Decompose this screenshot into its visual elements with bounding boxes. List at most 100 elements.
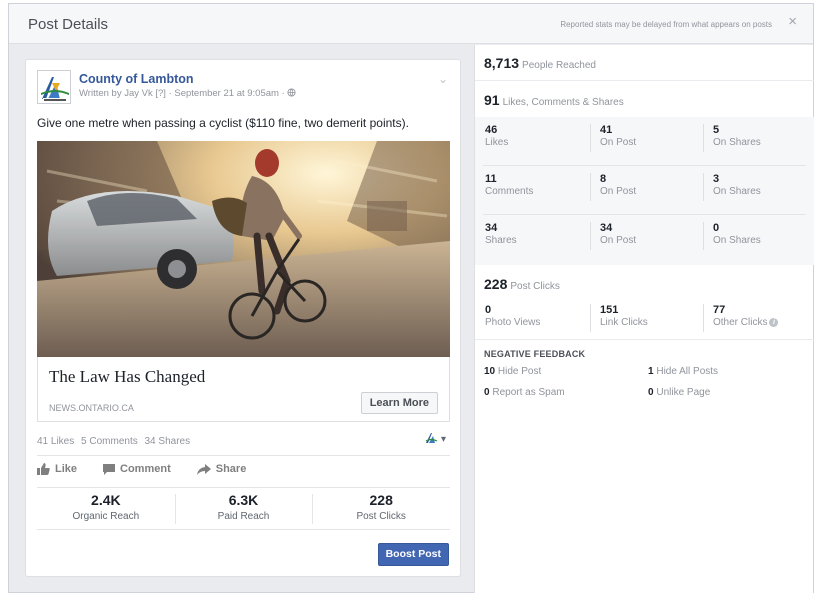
grid-cell: 41 On Post xyxy=(590,117,703,165)
comment-button[interactable]: Comment xyxy=(103,463,171,475)
byline-text: Written by Jay Vk [?] · September 21 at … xyxy=(79,88,288,99)
grid-label: On Shares xyxy=(713,235,761,246)
dialog-title: Post Details xyxy=(28,16,109,33)
negative-feedback-header: NEGATIVE FEEDBACK xyxy=(475,348,814,360)
grid-label: Other Clicks i xyxy=(713,317,814,328)
grid-cell: 151 Link Clicks xyxy=(590,297,703,339)
learn-more-button[interactable]: Learn More xyxy=(360,392,438,414)
negative-feedback-title: NEGATIVE FEEDBACK xyxy=(484,349,586,359)
share-arrow-icon xyxy=(196,463,211,475)
divider xyxy=(475,80,814,81)
grid-cell: 0 On Shares xyxy=(703,215,814,263)
page-identity-switcher[interactable]: ▾ xyxy=(425,432,446,445)
grid-cell: 34 On Post xyxy=(590,215,703,263)
neg-label: Hide All Posts xyxy=(656,366,719,377)
like-button[interactable]: Like xyxy=(37,463,77,475)
reached-value: 8,713 xyxy=(484,55,520,71)
stat-label: Paid Reach xyxy=(217,511,270,522)
thumbs-up-icon xyxy=(37,463,50,475)
grid-label: On Shares xyxy=(713,186,761,197)
grid-label: Shares xyxy=(485,235,517,246)
page-logo-small-icon xyxy=(425,433,438,443)
page-name-link[interactable]: County of Lambton xyxy=(79,72,194,86)
clicks-label: Post Clicks xyxy=(510,281,560,292)
stat-label: Post Clicks xyxy=(356,511,406,522)
divider xyxy=(475,339,814,340)
grid-cell: 8 On Post xyxy=(590,166,703,214)
neg-label: Hide Post xyxy=(497,366,542,377)
grid-label: On Post xyxy=(600,186,637,197)
report-spam-stat: 0 Report as Spam xyxy=(484,387,565,398)
comment-label: Comment xyxy=(120,463,171,475)
post-byline: Written by Jay Vk [?] · September 21 at … xyxy=(79,88,296,99)
clicks-breakdown: 0 Photo Views 151 Link Clicks 77 Other Clic… xyxy=(475,297,814,339)
stat-value: 2.4K xyxy=(91,492,121,508)
grid-value: 5 xyxy=(713,124,720,136)
insights-pane: 8,713 People Reached 91 Likes, Comments & … xyxy=(474,45,814,593)
grid-label: Comments xyxy=(485,186,534,197)
post-details-dialog: Post Details Reported stats may be delay… xyxy=(8,3,814,593)
comments-count-link[interactable]: 5 Comments xyxy=(81,436,138,447)
grid-value: 3 xyxy=(713,173,720,185)
shares-row: 34 Shares 34 On Post 0 On Shares xyxy=(475,215,814,263)
engagement-value: 91 xyxy=(484,92,500,108)
page-logo[interactable] xyxy=(37,70,71,104)
dialog-header: Post Details Reported stats may be delay… xyxy=(9,4,813,44)
stat-value: 228 xyxy=(369,492,393,508)
stats-delay-note: Reported stats may be delayed from what … xyxy=(560,20,772,29)
neg-value: 0 xyxy=(484,387,490,398)
stat-value: 6.3K xyxy=(228,492,259,508)
reach-stats: 2.4K Organic Reach 6.3K Paid Reach 228 P… xyxy=(37,487,450,530)
grid-value: 8 xyxy=(600,173,607,185)
clicks-value: 228 xyxy=(484,276,508,292)
link-domain: NEWS.ONTARIO.CA xyxy=(49,403,134,413)
likes-count-link[interactable]: 41 Likes xyxy=(37,436,74,447)
post-options-chevron-icon[interactable]: ⌄ xyxy=(438,72,448,86)
grid-value: 41 xyxy=(600,124,613,136)
grid-value: 77 xyxy=(713,304,726,316)
neg-label: Unlike Page xyxy=(656,387,711,398)
other-clicks-label: Other Clicks xyxy=(713,317,768,328)
engagement-total: 91 Likes, Comments & Shares xyxy=(475,92,814,108)
grid-cell: 0 Photo Views xyxy=(475,297,590,339)
hide-all-posts-stat: 1 Hide All Posts xyxy=(648,366,718,377)
boost-post-button[interactable]: Boost Post xyxy=(377,543,449,566)
likes-row: 46 Likes 41 On Post 5 On Shares xyxy=(475,117,814,165)
post-clicks-total: 228 Post Clicks xyxy=(475,276,814,292)
grid-label: On Post xyxy=(600,137,637,148)
info-icon[interactable]: i xyxy=(769,317,779,327)
chevron-down-icon: ▾ xyxy=(440,434,446,445)
paid-reach-stat: 6.3K Paid Reach xyxy=(174,488,313,529)
grid-cell: 11 Comments xyxy=(475,166,590,214)
stat-label: Organic Reach xyxy=(72,511,140,522)
shares-count-link[interactable]: 34 Shares xyxy=(145,436,191,447)
organic-reach-stat: 2.4K Organic Reach xyxy=(37,488,175,529)
comments-row: 11 Comments 8 On Post 3 On Shares xyxy=(475,166,814,214)
link-preview[interactable]: The Law Has Changed NEWS.ONTARIO.CA Lear… xyxy=(37,357,450,422)
divider xyxy=(37,455,450,456)
grid-label: Photo Views xyxy=(485,317,541,328)
post-clicks-stat: 228 Post Clicks xyxy=(312,488,450,529)
post-actions: Like Comment Share xyxy=(37,463,272,475)
grid-value: 0 xyxy=(485,304,492,316)
close-icon[interactable]: × xyxy=(788,14,797,29)
grid-label: Link Clicks xyxy=(600,317,648,328)
unlike-page-stat: 0 Unlike Page xyxy=(648,387,710,398)
grid-cell: 5 On Shares xyxy=(703,117,814,165)
link-title[interactable]: The Law Has Changed xyxy=(49,367,205,387)
grid-cell: 46 Likes xyxy=(475,117,590,165)
engagement-breakdown: 46 Likes 41 On Post 5 On Shares 11 Comments … xyxy=(475,117,814,265)
engagement-label: Likes, Comments & Shares xyxy=(502,97,624,108)
grid-value: 11 xyxy=(485,173,497,185)
post-card: County of Lambton Written by Jay Vk [?] … xyxy=(25,59,461,577)
post-message: Give one metre when passing a cyclist ($… xyxy=(37,116,409,130)
neg-value: 0 xyxy=(648,387,654,398)
grid-label: Likes xyxy=(485,137,509,148)
post-photo-cyclist[interactable] xyxy=(37,141,450,357)
globe-icon xyxy=(287,88,296,97)
grid-value: 34 xyxy=(600,222,613,234)
people-reached: 8,713 People Reached xyxy=(475,55,814,71)
hide-post-stat: 10 Hide Post xyxy=(484,366,541,377)
share-button[interactable]: Share xyxy=(196,463,246,475)
grid-cell: 77 Other Clicks i xyxy=(703,297,814,339)
